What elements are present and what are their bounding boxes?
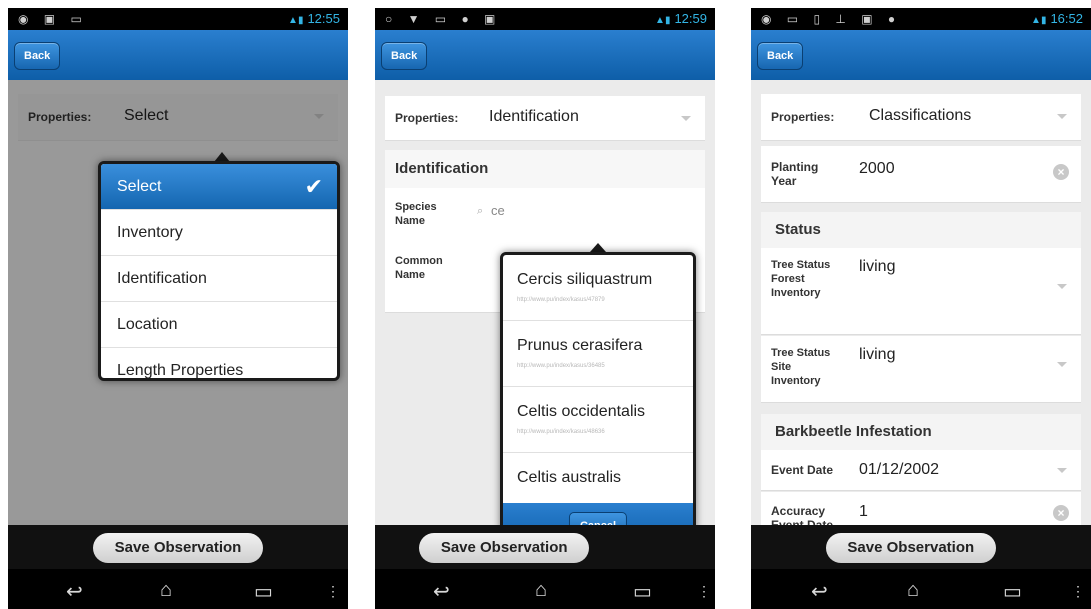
status-bar: ◉ ▣ ▭ ▲▮ 12:55: [8, 8, 348, 30]
search-icon: ⌕: [477, 205, 484, 217]
notification-icons: ○ ▼ ▭ ● ▣: [385, 12, 502, 26]
form-content: Properties: Classifications Planting Yea…: [751, 80, 1091, 533]
properties-select-value[interactable]: Classifications: [869, 107, 971, 125]
suggestion-name: Celtis australis: [517, 469, 622, 486]
suggestion-name: Cercis siliquastrum: [517, 271, 653, 288]
back-button[interactable]: Back: [757, 42, 804, 70]
tree-status-forest-label: Tree Status Forest Inventory: [771, 259, 831, 299]
dropdown-option-length-properties[interactable]: Length Properties: [101, 348, 337, 378]
chevron-down-icon: [681, 116, 691, 121]
suggestion-item[interactable]: Celtis occidentalis http://www.pu/index/…: [503, 387, 693, 453]
status-time: 16:52: [1050, 11, 1083, 26]
dropdown-option-select[interactable]: Select ✔: [101, 164, 337, 210]
suggestion-item[interactable]: Cercis siliquastrum http://www.pu/index/…: [503, 255, 693, 321]
properties-row[interactable]: Properties: Identification: [385, 96, 705, 141]
event-date-row[interactable]: Event Date 01/12/2002: [761, 450, 1081, 491]
event-date-value[interactable]: 01/12/2002: [859, 461, 939, 479]
overflow-menu-icon[interactable]: ⋮: [1071, 583, 1085, 600]
notification-icons: ◉ ▭ ▯ ⊥ ▣ ●: [761, 12, 902, 26]
bottom-toolbar: Save Observation: [375, 525, 715, 569]
save-observation-button[interactable]: Save Observation: [93, 533, 263, 563]
android-nav-bar: ↩ ⌂ ▭ ⋮: [751, 569, 1091, 609]
species-suggestion-list: Cercis siliquastrum http://www.pu/index/…: [500, 252, 696, 552]
properties-label: Properties:: [771, 110, 835, 124]
planting-year-label: Planting Year: [771, 160, 819, 188]
dropdown-option-inventory[interactable]: Inventory: [101, 210, 337, 256]
phone-screen-identification: ○ ▼ ▭ ● ▣ ▲▮ 12:59 Back Properties: Ident…: [375, 8, 715, 609]
species-name-row: Species Name ⌕ ce: [385, 188, 705, 241]
event-date-label: Event Date: [771, 463, 834, 477]
dropdown-option-identification[interactable]: Identification: [101, 256, 337, 302]
back-arrow-icon[interactable]: ↩: [66, 579, 83, 604]
app-header: Back: [375, 30, 715, 80]
signal-battery-icon: ▲▮: [655, 15, 671, 26]
android-nav-bar: ↩ ⌂ ▭ ⋮: [8, 569, 348, 609]
overflow-menu-icon[interactable]: ⋮: [697, 583, 711, 600]
save-observation-button[interactable]: Save Observation: [419, 533, 590, 563]
bottom-toolbar: Save Observation: [8, 525, 348, 569]
status-bar: ◉ ▭ ▯ ⊥ ▣ ● ▲▮ 16:52: [751, 8, 1091, 30]
dropdown-option-location[interactable]: Location: [101, 302, 337, 348]
suggestion-item[interactable]: Prunus cerasifera http://www.pu/index/ka…: [503, 321, 693, 387]
app-header: Back: [751, 30, 1091, 80]
planting-year-row: Planting Year 2000 ×: [761, 146, 1081, 203]
status-bar: ○ ▼ ▭ ● ▣ ▲▮ 12:59: [375, 8, 715, 30]
popup-pointer: [590, 243, 606, 252]
back-arrow-icon[interactable]: ↩: [433, 579, 450, 604]
signal-battery-icon: ▲▮: [1031, 15, 1047, 26]
suggestion-url: http://www.pu/index/kasus/36485: [517, 363, 605, 369]
home-icon[interactable]: ⌂: [907, 579, 919, 602]
chevron-down-icon: [1057, 284, 1067, 289]
home-icon[interactable]: ⌂: [160, 579, 172, 602]
android-nav-bar: ↩ ⌂ ▭ ⋮: [375, 569, 715, 609]
suggestion-name: Prunus cerasifera: [517, 337, 643, 354]
tree-status-forest-row[interactable]: Tree Status Forest Inventory living: [761, 248, 1081, 335]
properties-label: Properties:: [395, 111, 459, 125]
properties-row[interactable]: Properties: Classifications: [761, 94, 1081, 141]
clear-icon[interactable]: ×: [1053, 505, 1069, 521]
status-section-title: Status: [761, 212, 1081, 248]
chevron-down-icon: [1057, 468, 1067, 473]
barkbeetle-section-title: Barkbeetle Infestation: [761, 414, 1081, 450]
home-icon[interactable]: ⌂: [535, 579, 547, 602]
clear-icon[interactable]: ×: [1053, 164, 1069, 180]
properties-select-value[interactable]: Identification: [489, 108, 579, 126]
checkmark-icon: ✔: [304, 174, 323, 199]
suggestion-url: http://www.pu/index/kasus/48636: [517, 429, 605, 435]
phone-screen-classifications: ◉ ▭ ▯ ⊥ ▣ ● ▲▮ 16:52 Back Properties: Cla…: [751, 8, 1091, 609]
app-header: Back: [8, 30, 348, 80]
tree-status-site-label: Tree Status Site Inventory: [771, 347, 831, 387]
planting-year-input[interactable]: 2000: [859, 160, 895, 178]
species-name-input[interactable]: ce: [491, 203, 505, 218]
species-name-label: Species Name: [395, 201, 437, 227]
back-button[interactable]: Back: [381, 42, 428, 70]
back-button[interactable]: Back: [14, 42, 61, 70]
save-observation-button[interactable]: Save Observation: [825, 533, 996, 563]
accuracy-event-date-input[interactable]: 1: [859, 503, 868, 521]
phone-screen-select: ◉ ▣ ▭ ▲▮ 12:55 Back Properties: Select Se…: [8, 8, 348, 609]
recents-icon[interactable]: ▭: [1003, 579, 1022, 604]
back-arrow-icon[interactable]: ↩: [811, 579, 828, 604]
status-time: 12:55: [307, 11, 340, 26]
suggestion-url: http://www.pu/index/kasus/47879: [517, 297, 605, 303]
notification-icons: ◉ ▣ ▭: [18, 12, 88, 26]
signal-battery-icon: ▲▮: [288, 15, 304, 26]
common-name-label: Common Name: [395, 255, 443, 281]
recents-icon[interactable]: ▭: [633, 579, 652, 604]
status-time: 12:59: [674, 11, 707, 26]
tree-status-site-value[interactable]: living: [859, 346, 895, 364]
overflow-menu-icon[interactable]: ⋮: [326, 583, 340, 600]
tree-status-site-row[interactable]: Tree Status Site Inventory living: [761, 336, 1081, 403]
tree-status-forest-value[interactable]: living: [859, 258, 895, 276]
bottom-toolbar: Save Observation: [751, 525, 1091, 569]
recents-icon[interactable]: ▭: [254, 579, 273, 604]
chevron-down-icon: [1057, 114, 1067, 119]
properties-dropdown-list: Select ✔ Inventory Identification Locati…: [98, 161, 340, 381]
chevron-down-icon: [1057, 362, 1067, 367]
suggestion-name: Celtis occidentalis: [517, 403, 646, 420]
identification-section-title: Identification: [385, 150, 705, 188]
